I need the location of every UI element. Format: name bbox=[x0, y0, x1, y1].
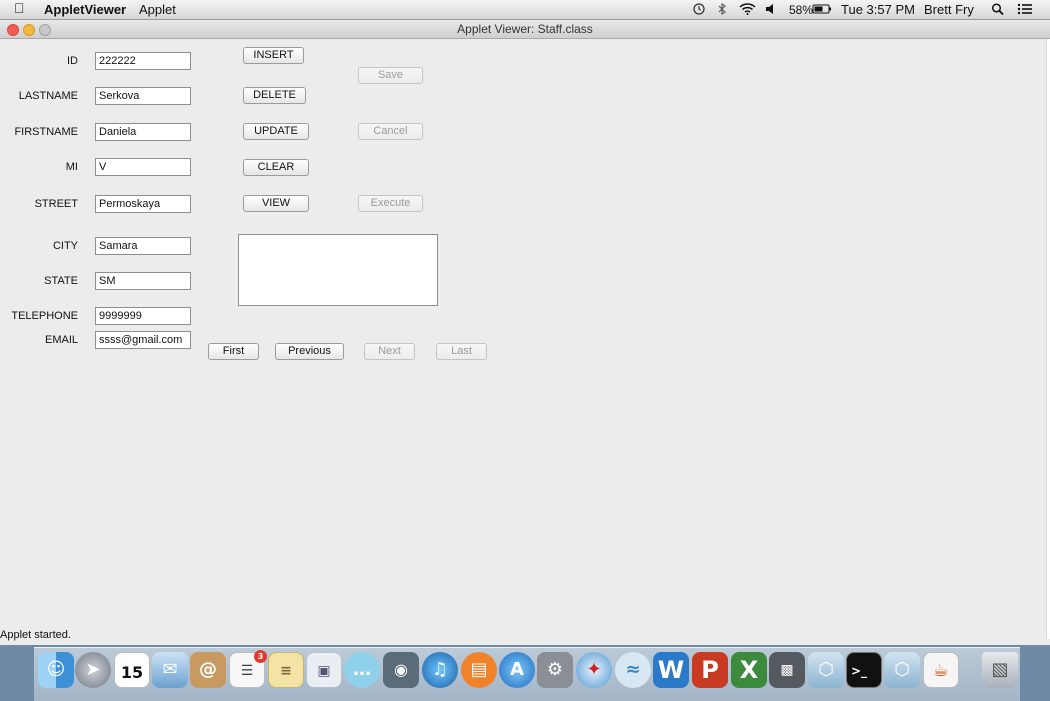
java-icon[interactable]: ☕ bbox=[923, 652, 959, 688]
update-button[interactable]: UPDATE bbox=[243, 123, 309, 140]
menu-app-name[interactable]: AppletViewer bbox=[44, 2, 126, 17]
mi-field[interactable]: V bbox=[95, 158, 191, 176]
street-label: STREET bbox=[34, 198, 78, 210]
firstname-label: FIRSTNAME bbox=[14, 126, 78, 138]
menu-bar:  AppletViewer Applet 58% Tue 3:57 PM Br… bbox=[0, 0, 1050, 20]
save-button[interactable]: Save bbox=[358, 67, 423, 84]
menubar-clock[interactable]: Tue 3:57 PM bbox=[841, 2, 915, 17]
contacts-icon[interactable]: @ bbox=[190, 652, 226, 688]
telephone-field[interactable]: 9999999 bbox=[95, 307, 191, 325]
messages-icon[interactable]: … bbox=[344, 652, 380, 688]
excel-icon[interactable]: X bbox=[731, 652, 767, 688]
previous-button[interactable]: Previous bbox=[275, 343, 344, 360]
terminal-icon[interactable]: >_ bbox=[846, 652, 882, 688]
wifi-diagnostics-icon[interactable]: ≈ bbox=[615, 652, 651, 688]
email-field[interactable]: ssss@gmail.com bbox=[95, 331, 191, 349]
reminders-badge: 3 bbox=[254, 650, 267, 663]
query-text-area[interactable] bbox=[238, 234, 438, 306]
virtualbox-icon[interactable]: ⬡ bbox=[808, 652, 844, 688]
virtualbox-vm-icon[interactable]: ⬡ bbox=[884, 652, 920, 688]
app-store-icon[interactable]: A bbox=[499, 652, 535, 688]
lastname-label: LASTNAME bbox=[18, 90, 78, 102]
menu-applet[interactable]: Applet bbox=[139, 2, 176, 17]
execute-button[interactable]: Execute bbox=[358, 195, 423, 212]
id-field[interactable]: 222222 bbox=[95, 52, 191, 70]
window-edge bbox=[1046, 39, 1050, 639]
state-field[interactable]: SM bbox=[95, 272, 191, 290]
mi-label: MI bbox=[65, 161, 78, 173]
close-window-icon[interactable] bbox=[7, 24, 19, 36]
trash-icon[interactable]: ▧ bbox=[982, 652, 1018, 688]
window-title: Applet Viewer: Staff.class bbox=[457, 22, 593, 36]
facetime-icon[interactable]: ◉ bbox=[383, 652, 419, 688]
id-label: ID bbox=[67, 55, 78, 67]
volume-icon[interactable] bbox=[765, 3, 777, 15]
finder-icon[interactable]: ☺ bbox=[38, 652, 74, 688]
cancel-button[interactable]: Cancel bbox=[358, 123, 423, 140]
insert-button[interactable]: INSERT bbox=[243, 47, 304, 64]
first-button[interactable]: First bbox=[208, 343, 259, 360]
firstname-field[interactable]: Daniela bbox=[95, 123, 191, 141]
view-button[interactable]: VIEW bbox=[243, 195, 309, 212]
state-label: STATE bbox=[44, 275, 78, 287]
wifi-icon[interactable] bbox=[739, 3, 756, 15]
battery-icon[interactable] bbox=[812, 3, 832, 15]
status-bar: Applet started. bbox=[0, 629, 71, 641]
itunes-icon[interactable]: ♫ bbox=[422, 652, 458, 688]
calendar-icon[interactable]: 15 bbox=[114, 652, 150, 688]
next-button[interactable]: Next bbox=[364, 343, 415, 360]
street-field[interactable]: Permoskaya bbox=[95, 195, 191, 213]
preview-icon[interactable]: ▣ bbox=[306, 652, 342, 688]
notification-center-icon[interactable] bbox=[1017, 3, 1033, 15]
dock: ☺ ➤ 15 ✉ @ ☰ 3 ≡ ▣ … ◉ ♫ ▤ A ⚙ ✦ ≈ W P X … bbox=[34, 647, 1020, 701]
clear-button[interactable]: CLEAR bbox=[243, 159, 309, 176]
word-icon[interactable]: W bbox=[653, 652, 689, 688]
mail-icon[interactable]: ✉ bbox=[152, 652, 188, 688]
battery-percent: 58% bbox=[789, 3, 814, 17]
launchpad-icon[interactable]: ➤ bbox=[75, 652, 111, 688]
system-preferences-icon[interactable]: ⚙ bbox=[537, 652, 573, 688]
reminders-icon[interactable]: ☰ 3 bbox=[229, 650, 267, 688]
city-label: CITY bbox=[52, 240, 78, 252]
city-field[interactable]: Samara bbox=[95, 237, 191, 255]
apple-menu-icon[interactable]:  bbox=[14, 0, 25, 16]
bluetooth-icon[interactable] bbox=[718, 3, 726, 15]
time-machine-icon[interactable] bbox=[692, 3, 706, 15]
notes-icon[interactable]: ≡ bbox=[268, 652, 304, 688]
ibooks-icon[interactable]: ▤ bbox=[461, 652, 497, 688]
applet-viewer-window: Applet Viewer: Staff.class ID 222222 LAS… bbox=[0, 20, 1050, 645]
lastname-field[interactable]: Serkova bbox=[95, 87, 191, 105]
powerpoint-icon[interactable]: P bbox=[692, 652, 728, 688]
spotlight-search-icon[interactable] bbox=[991, 3, 1005, 15]
calendar-day: 15 bbox=[120, 663, 144, 682]
window-titlebar[interactable]: Applet Viewer: Staff.class bbox=[0, 20, 1050, 39]
safari-icon[interactable]: ✦ bbox=[576, 652, 612, 688]
last-button[interactable]: Last bbox=[436, 343, 487, 360]
email-label: EMAIL bbox=[44, 334, 78, 346]
zoom-window-icon[interactable] bbox=[39, 24, 51, 36]
menubar-user[interactable]: Brett Fry bbox=[924, 2, 974, 17]
photo-booth-icon[interactable]: ▩ bbox=[769, 652, 805, 688]
delete-button[interactable]: DELETE bbox=[243, 87, 306, 104]
minimize-window-icon[interactable] bbox=[23, 24, 35, 36]
telephone-label: TELEPHONE bbox=[11, 310, 78, 322]
